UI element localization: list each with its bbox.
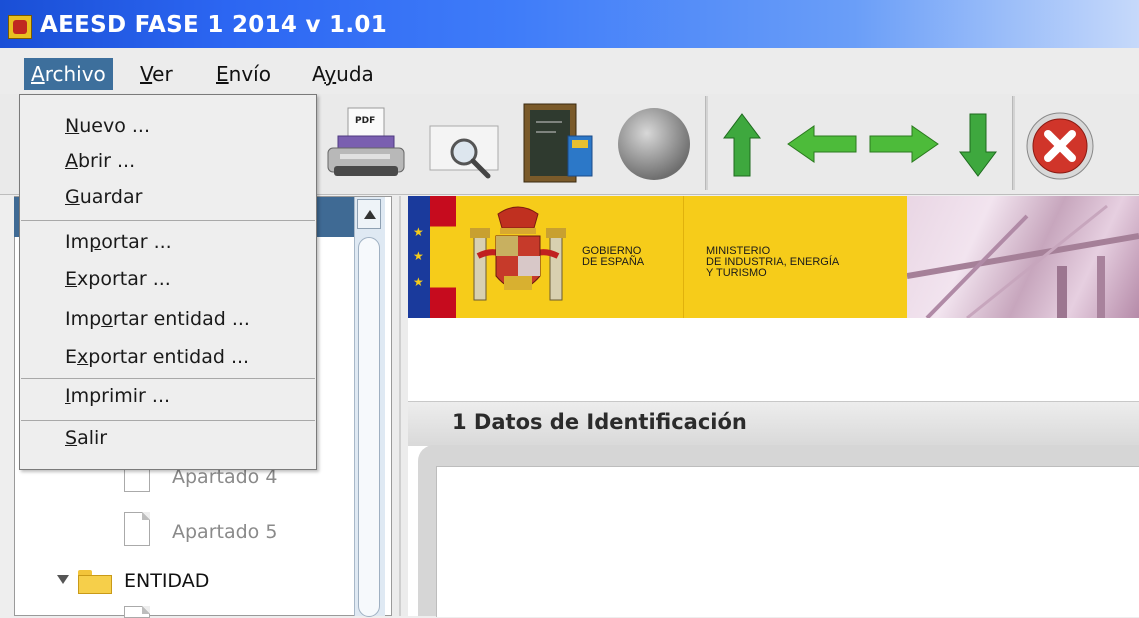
- document-icon: [124, 606, 150, 618]
- exit-icon: [1026, 112, 1094, 180]
- menu-archivo-label: Archivo: [31, 62, 106, 86]
- section-body: [436, 466, 1139, 617]
- gobierno-text: GOBIERNO DE ESPAÑA: [582, 246, 644, 268]
- eu-star-icon: ★: [413, 225, 424, 239]
- menu-archivo[interactable]: Archivo: [24, 58, 113, 90]
- pdf-badge: PDF: [355, 116, 375, 126]
- scroll-thumb[interactable]: [358, 237, 380, 617]
- calculator-button[interactable]: [522, 102, 596, 186]
- menu-ayuda-label: Ayuda: [312, 62, 374, 86]
- title-bar: AEESD FASE 1 2014 v 1.01: [0, 0, 1139, 48]
- ministerio-text: MINISTERIO DE INDUSTRIA, ENERGÍA Y TURIS…: [706, 246, 839, 279]
- menu-separator: [21, 378, 315, 379]
- toolbar-separator: [1012, 96, 1015, 190]
- menu-item-exportar-entidad[interactable]: Exportar entidad ...: [65, 346, 249, 368]
- banner-text-line: DE ESPAÑA: [582, 256, 645, 268]
- menu-item-salir[interactable]: Salir: [65, 427, 107, 449]
- pdf-print-button[interactable]: PDF: [318, 106, 408, 186]
- toolbar-separator: [705, 96, 708, 190]
- banner-photo: [907, 196, 1139, 318]
- banner-text-line: Y TURISMO: [706, 267, 767, 279]
- menu-item-nuevo[interactable]: Nuevo ...: [65, 115, 150, 137]
- split-pane-divider[interactable]: [392, 196, 408, 616]
- globe-icon: [618, 108, 690, 180]
- menu-item-exportar[interactable]: Exportar ...: [65, 268, 171, 290]
- menu-ayuda[interactable]: Ayuda: [305, 58, 381, 90]
- menu-item-importar[interactable]: Importar ...: [65, 231, 172, 253]
- folder-icon: [78, 570, 112, 594]
- menu-item-importar-entidad[interactable]: Importar entidad ...: [65, 308, 250, 330]
- banner-divider: [683, 196, 684, 318]
- scroll-up-button[interactable]: [357, 199, 381, 229]
- globe-button[interactable]: [614, 104, 694, 184]
- menu-ver[interactable]: Ver: [133, 58, 180, 90]
- tree-item-label: ENTIDAD: [124, 570, 210, 592]
- move-down-button[interactable]: [958, 112, 998, 178]
- eu-star-icon: ★: [413, 275, 424, 289]
- menu-item-abrir[interactable]: Abrir ...: [65, 150, 135, 172]
- menu-separator: [21, 220, 315, 221]
- tree-vertical-scrollbar[interactable]: [354, 197, 385, 617]
- tree-item-label: Apartado 5: [172, 521, 278, 543]
- menu-envio-label: Envío: [216, 62, 271, 86]
- expand-toggle-icon[interactable]: [57, 575, 69, 584]
- preview-magnifier-icon: [429, 125, 499, 179]
- calculator-notebook-icon: [523, 103, 593, 183]
- arrow-down-icon: [959, 113, 997, 177]
- move-right-button[interactable]: [868, 124, 940, 164]
- arrow-right-icon: [869, 125, 939, 163]
- move-up-button[interactable]: [722, 112, 762, 178]
- menu-separator: [21, 420, 315, 421]
- window-title: AEESD FASE 1 2014 v 1.01: [40, 12, 388, 38]
- preview-button[interactable]: [428, 116, 508, 186]
- section-title: 1 Datos de Identificación: [452, 410, 747, 434]
- pdf-printer-icon: PDF: [327, 107, 405, 176]
- menu-ver-label: Ver: [140, 62, 173, 86]
- move-left-button[interactable]: [786, 124, 858, 164]
- exit-button[interactable]: [1024, 110, 1096, 182]
- menu-item-imprimir[interactable]: Imprimir ...: [65, 385, 170, 407]
- menu-item-guardar[interactable]: Guardar: [65, 186, 142, 208]
- document-icon: [124, 512, 150, 546]
- coat-of-arms-logo: [470, 206, 566, 301]
- app-icon: [8, 15, 32, 39]
- menu-envio[interactable]: Envío: [209, 58, 278, 90]
- arrow-left-icon: [787, 125, 857, 163]
- arrow-up-icon: [723, 113, 761, 177]
- eu-star-icon: ★: [413, 249, 424, 263]
